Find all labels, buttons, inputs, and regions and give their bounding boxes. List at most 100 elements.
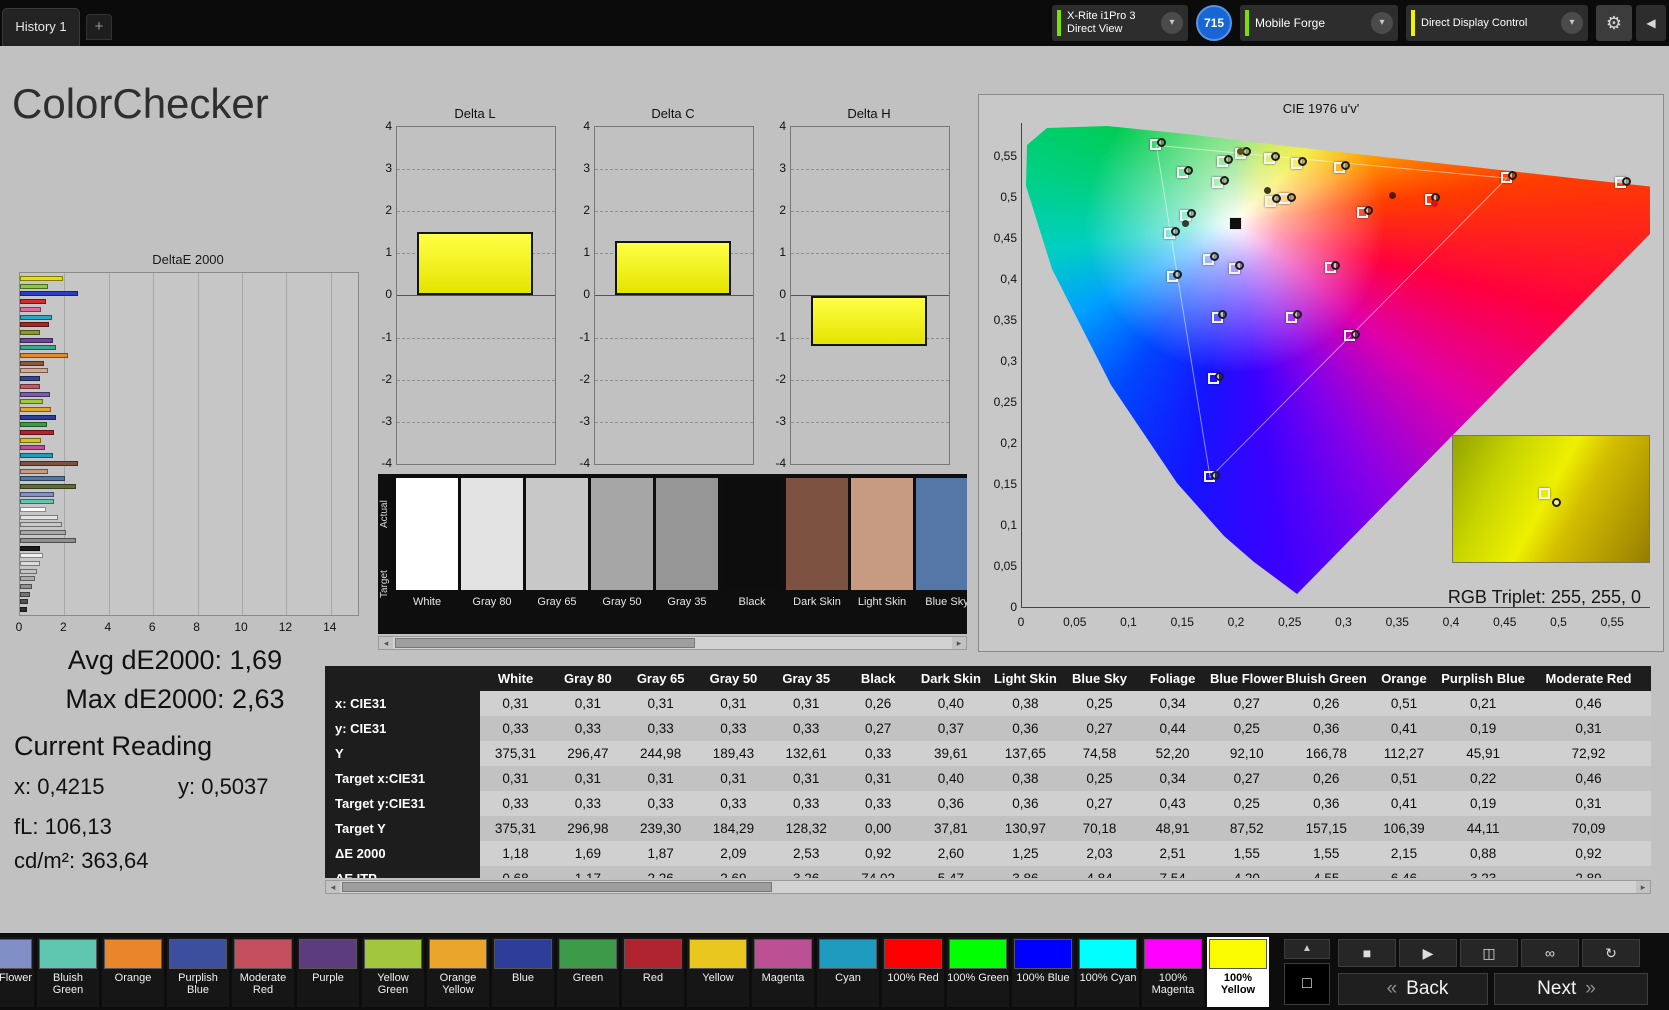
gridline (397, 379, 555, 381)
chevron-down-icon[interactable]: ▾ (1371, 12, 1393, 34)
deltae-bar (20, 453, 53, 459)
patch-list-up-button[interactable]: ▲ (1284, 939, 1330, 959)
table-cell: 72,92 (1526, 741, 1651, 766)
patch-label: 100% Red (887, 972, 939, 984)
scroll-right-icon[interactable]: ▸ (1636, 881, 1650, 893)
table-cell: 0,36 (988, 716, 1063, 741)
axis-tick-label: 0 (385, 287, 392, 302)
patch-button-100-blue[interactable]: 100% Blue (1012, 937, 1074, 1007)
axis-tick-label: 0,25 (993, 395, 1017, 409)
deltae2000-chart: DeltaE 2000 0 2 4 6 8 10 12 14 (16, 252, 365, 644)
pattern-preview-button[interactable]: □ (1284, 963, 1330, 1005)
patch-button-magenta[interactable]: Magenta (752, 937, 814, 1007)
scroll-left-icon[interactable]: ◂ (326, 881, 340, 893)
axis-tick-label: 4 (583, 119, 590, 133)
swatch-color (656, 478, 718, 590)
target-label: Target (379, 570, 390, 598)
chevron-down-icon[interactable]: ▾ (1161, 12, 1183, 34)
play-button[interactable]: ▶ (1399, 939, 1457, 967)
add-tab-button[interactable]: + (86, 14, 112, 40)
table-cell: 0,40 (913, 691, 989, 716)
swatch-scrollbar[interactable]: ◂ ▸ (378, 636, 967, 650)
deltae-bar (20, 314, 53, 320)
table-cell: 0,33 (551, 716, 625, 741)
patch-button-green[interactable]: Green (557, 937, 619, 1007)
axis-tick-label: 0,5 (1550, 615, 1567, 629)
patch-button-yellow[interactable]: Yellow (687, 937, 749, 1007)
table-row-label: x: CIE31 (325, 691, 480, 716)
table-cell: 0,27 (1062, 791, 1137, 816)
back-chevron-icon: « (1386, 978, 1398, 999)
scrollbar-thumb[interactable] (395, 638, 695, 648)
patch-button-100-magenta[interactable]: 100% Magenta (1142, 937, 1204, 1007)
table-cell: 0,00 (842, 816, 914, 841)
table-scrollbar[interactable]: ◂ ▸ (325, 880, 1651, 894)
patch-button-yellow-green[interactable]: Yellow Green (362, 937, 424, 1007)
patch-button-cyan[interactable]: Cyan (817, 937, 879, 1007)
patch-button-bluish-green[interactable]: Bluish Green (37, 937, 99, 1007)
axis-tick-label: 0,35 (1385, 615, 1409, 629)
next-chevron-icon: » (1585, 978, 1596, 999)
patch-button-purple[interactable]: Purple (297, 937, 359, 1007)
gridline (397, 169, 555, 171)
settings-button[interactable]: ⚙ (1596, 5, 1632, 41)
back-button[interactable]: « Back (1338, 973, 1488, 1005)
scroll-right-icon[interactable]: ▸ (952, 637, 966, 649)
table-cell: 0,33 (624, 791, 698, 816)
patch-button-orange[interactable]: Orange (102, 937, 164, 1007)
table-cell: 0,92 (842, 841, 914, 866)
table-column-header: Light Skin (988, 666, 1063, 691)
patch-button-purplish-blue[interactable]: Purplish Blue (167, 937, 229, 1007)
pattern-window-button[interactable]: ◫ (1460, 939, 1518, 967)
deltae-gridline (286, 273, 288, 615)
axis-tick-label: -4 (579, 455, 590, 470)
stop-button[interactable]: ■ (1338, 939, 1396, 967)
table-cell: 0,31 (551, 766, 625, 791)
swatch-color (461, 478, 523, 590)
axis-tick-label: 3 (583, 161, 590, 176)
patch-button-100-green[interactable]: 100% Green (947, 937, 1009, 1007)
delta-l-plot (396, 126, 556, 465)
patch-swatch (1144, 939, 1202, 969)
collapse-panel-button[interactable]: ◀ (1636, 5, 1666, 41)
tab-history-1[interactable]: History 1 (2, 8, 80, 46)
delta-bar (811, 295, 927, 347)
axis-tick-label: 4 (104, 620, 112, 634)
patch-button-blue-flower[interactable]: Blue Flower (0, 937, 34, 1007)
scroll-left-icon[interactable]: ◂ (379, 637, 393, 649)
scrollbar-thumb[interactable] (342, 882, 772, 892)
table-cell: 2,09 (697, 841, 770, 866)
patch-swatch (884, 939, 942, 969)
cie-plot (1021, 123, 1650, 608)
axis-tick-label: 8 (193, 620, 200, 634)
chevron-down-icon[interactable]: ▾ (1561, 12, 1583, 34)
patch-button-moderate-red[interactable]: Moderate Red (232, 937, 294, 1007)
patch-button-100-red[interactable]: 100% Red (882, 937, 944, 1007)
patch-label: Green (572, 972, 604, 984)
table-cell: 184,29 (697, 816, 770, 841)
swatch-tile: Black (721, 478, 783, 630)
table-cell: 1,87 (624, 841, 698, 866)
next-button[interactable]: Next » (1494, 973, 1648, 1005)
source-status-indicator (1245, 10, 1249, 36)
table-row-label: Y (325, 741, 480, 766)
patch-button-100-yellow[interactable]: 100% Yellow (1207, 937, 1269, 1007)
patch-label: Purple (312, 972, 344, 984)
meter-selector[interactable]: X-Rite i1Pro 3 Direct View ▾ (1052, 5, 1188, 41)
continuous-mode-button[interactable]: ∞ (1521, 939, 1579, 967)
gridline (397, 337, 555, 339)
patch-button-blue[interactable]: Blue (492, 937, 554, 1007)
patch-button-red[interactable]: Red (622, 937, 684, 1007)
delta-bar (615, 240, 731, 296)
table-cell: 1,55 (1208, 841, 1285, 866)
loop-button[interactable]: ↻ (1582, 939, 1640, 967)
patch-button-100-cyan[interactable]: 100% Cyan (1077, 937, 1139, 1007)
avg-de2000: Avg dE2000: 1,69 (67, 645, 283, 675)
gridline (397, 211, 555, 213)
swatch-label: White (412, 596, 442, 608)
display-control-selector[interactable]: Direct Display Control ▾ (1406, 5, 1588, 41)
source-selector[interactable]: Mobile Forge ▾ (1240, 5, 1398, 41)
patch-label: Purplish Blue (178, 972, 218, 996)
axis-tick-label: -3 (775, 413, 786, 428)
patch-button-orange-yellow[interactable]: Orange Yellow (427, 937, 489, 1007)
